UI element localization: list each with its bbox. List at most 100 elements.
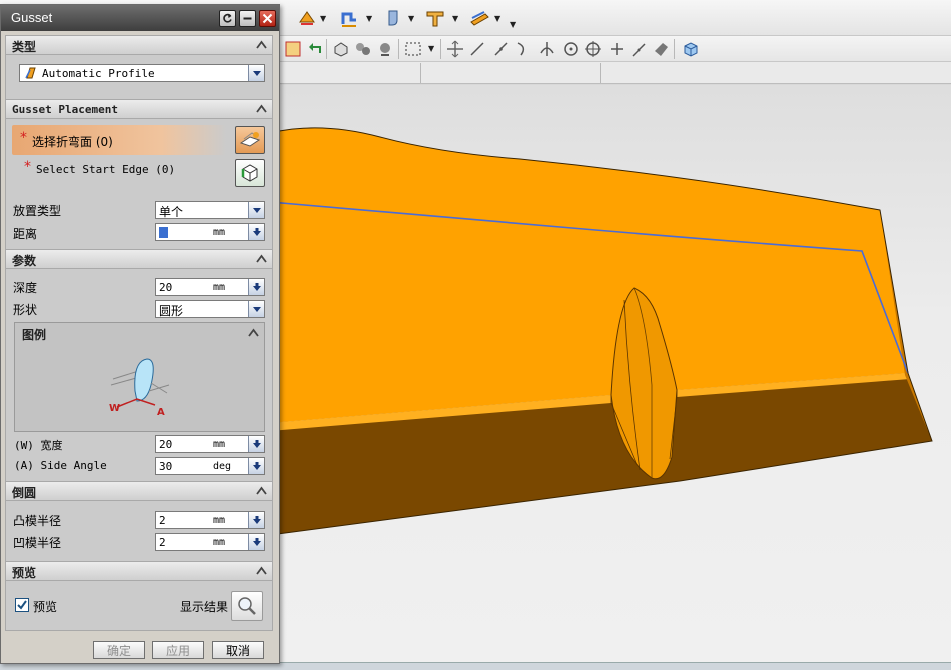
chevron-down-icon[interactable] bbox=[248, 202, 264, 218]
width-input[interactable]: 20 mm bbox=[155, 435, 265, 453]
method-select[interactable]: Automatic Profile bbox=[19, 64, 265, 82]
legend-group: 图例 W A bbox=[14, 322, 265, 432]
start-edge-selector-button[interactable] bbox=[235, 159, 265, 187]
chevron-down-icon[interactable]: ▼ bbox=[452, 14, 458, 23]
solid-filter-icon[interactable] bbox=[330, 38, 352, 60]
assembly-filter-icon[interactable] bbox=[352, 38, 374, 60]
snap-arc-center-icon[interactable] bbox=[560, 38, 582, 60]
legend-w-label: W bbox=[109, 403, 120, 414]
collapse-caret-up-icon[interactable] bbox=[255, 39, 268, 51]
bend-tool-icon[interactable] bbox=[382, 7, 404, 29]
dialog-title-bar[interactable]: Gusset bbox=[1, 5, 279, 31]
section-preview-header[interactable]: 预览 bbox=[5, 561, 273, 581]
apply-button[interactable]: 应用 bbox=[152, 641, 204, 659]
section-rounding-body: 凸模半径 2 mm 凹模半径 2 mm bbox=[5, 501, 273, 561]
chevron-down-icon[interactable] bbox=[248, 65, 264, 81]
chevron-down-icon[interactable]: ▼ bbox=[408, 14, 414, 23]
chevron-down-icon[interactable]: ▼ bbox=[366, 14, 372, 23]
snap-existing-point-icon[interactable] bbox=[606, 38, 628, 60]
width-label: (W) 宽度 bbox=[14, 439, 63, 452]
show-result-button[interactable] bbox=[231, 591, 263, 621]
required-star: * bbox=[24, 159, 31, 175]
side-angle-label: (A) Side Angle bbox=[14, 459, 107, 472]
snap-on-face-icon[interactable] bbox=[650, 38, 672, 60]
reset-button[interactable] bbox=[219, 10, 236, 27]
snap-intersection-icon[interactable] bbox=[536, 38, 558, 60]
section-preview-body: 预览 显示结果 bbox=[5, 581, 273, 631]
arrow-down-icon[interactable] bbox=[248, 436, 264, 452]
section-type-header[interactable]: 类型 bbox=[5, 35, 273, 55]
minimize-icon bbox=[243, 17, 252, 20]
chevron-down-icon[interactable]: ▼ bbox=[428, 44, 434, 53]
component-filter-icon[interactable] bbox=[374, 38, 396, 60]
flange-tool-icon[interactable] bbox=[296, 7, 318, 29]
arrow-down-icon[interactable] bbox=[248, 534, 264, 550]
collapse-caret-up-icon[interactable] bbox=[255, 565, 268, 577]
unbend-tool-icon[interactable] bbox=[468, 7, 490, 29]
snap-on-curve-icon[interactable] bbox=[628, 38, 650, 60]
depth-value: 20 bbox=[159, 281, 173, 294]
width-unit: mm bbox=[213, 439, 226, 450]
collapse-caret-up-icon[interactable] bbox=[255, 253, 268, 265]
chevron-down-icon[interactable] bbox=[248, 301, 264, 317]
snap-midpoint-icon[interactable] bbox=[490, 38, 512, 60]
arrow-down-icon[interactable] bbox=[248, 224, 264, 240]
snap-control-point-icon[interactable] bbox=[512, 38, 534, 60]
distance-unit: mm bbox=[213, 227, 226, 238]
section-parameters-header[interactable]: 参数 bbox=[5, 249, 273, 269]
section-rounding-title: 倒圆 bbox=[12, 486, 37, 500]
collapse-caret-up-icon[interactable] bbox=[255, 103, 268, 115]
placement-type-select[interactable]: 单个 bbox=[155, 201, 265, 219]
view-cube-icon[interactable] bbox=[680, 38, 702, 60]
section-placement-header[interactable]: Gusset Placement bbox=[5, 99, 273, 119]
side-angle-value: 30 bbox=[159, 460, 173, 473]
snap-grid-icon[interactable] bbox=[282, 38, 304, 60]
snap-any-icon[interactable] bbox=[444, 38, 466, 60]
chevron-down-icon[interactable]: ▼ bbox=[320, 14, 326, 23]
undo-arrow-icon[interactable] bbox=[304, 38, 326, 60]
side-angle-input[interactable]: 30 deg bbox=[155, 457, 265, 475]
die-radius-label: 凹模半径 bbox=[13, 536, 62, 550]
placement-type-value: 单个 bbox=[159, 205, 184, 219]
depth-label: 深度 bbox=[13, 281, 38, 295]
section-rounding-header[interactable]: 倒圆 bbox=[5, 481, 273, 501]
shape-label: 形状 bbox=[13, 303, 38, 317]
preview-checkbox[interactable] bbox=[15, 598, 29, 612]
distance-input[interactable]: mm bbox=[155, 223, 265, 241]
select-bend-face-label: 选择折弯面 (0) bbox=[32, 135, 113, 149]
section-preview-title: 预览 bbox=[12, 566, 37, 580]
punch-radius-input[interactable]: 2 mm bbox=[155, 511, 265, 529]
die-radius-input[interactable]: 2 mm bbox=[155, 533, 265, 551]
width-value: 20 bbox=[159, 438, 173, 451]
bend-face-selector-button[interactable] bbox=[235, 126, 265, 154]
joggle-tool-icon[interactable] bbox=[424, 7, 446, 29]
shape-select[interactable]: 圆形 bbox=[155, 300, 265, 318]
die-radius-value: 2 bbox=[159, 536, 166, 549]
depth-input[interactable]: 20 mm bbox=[155, 278, 265, 296]
close-icon bbox=[262, 13, 273, 24]
chevron-down-icon[interactable]: ▼ bbox=[510, 20, 516, 29]
snap-quadrant-icon[interactable] bbox=[582, 38, 604, 60]
bend-face-selection-row[interactable]: * 选择折弯面 (0) bbox=[12, 125, 226, 155]
chevron-down-icon[interactable]: ▼ bbox=[494, 14, 500, 23]
select-start-edge-label[interactable]: Select Start Edge (0) bbox=[36, 163, 175, 176]
cancel-button[interactable]: 取消 bbox=[212, 641, 264, 659]
minimize-button[interactable] bbox=[239, 10, 256, 27]
collapse-caret-up-icon[interactable] bbox=[247, 327, 260, 339]
rectangle-select-icon[interactable] bbox=[402, 38, 424, 60]
close-button[interactable] bbox=[259, 10, 276, 27]
ok-button[interactable]: 确定 bbox=[93, 641, 145, 659]
contour-flange-icon[interactable] bbox=[338, 7, 360, 29]
collapse-caret-up-icon[interactable] bbox=[255, 485, 268, 497]
reset-icon bbox=[223, 13, 232, 23]
die-radius-unit: mm bbox=[213, 537, 226, 548]
arrow-down-icon[interactable] bbox=[248, 512, 264, 528]
snap-endpoint-icon[interactable] bbox=[466, 38, 488, 60]
face-selector-icon bbox=[239, 132, 261, 147]
gusset-dialog: Gusset 类型 Automatic Profile Gusset Place… bbox=[0, 4, 280, 664]
gusset-legend-diagram: W A bbox=[109, 358, 170, 417]
shape-value: 圆形 bbox=[159, 304, 184, 318]
arrow-down-icon[interactable] bbox=[248, 279, 264, 295]
arrow-down-icon[interactable] bbox=[248, 458, 264, 474]
method-select-value: Automatic Profile bbox=[42, 67, 155, 80]
